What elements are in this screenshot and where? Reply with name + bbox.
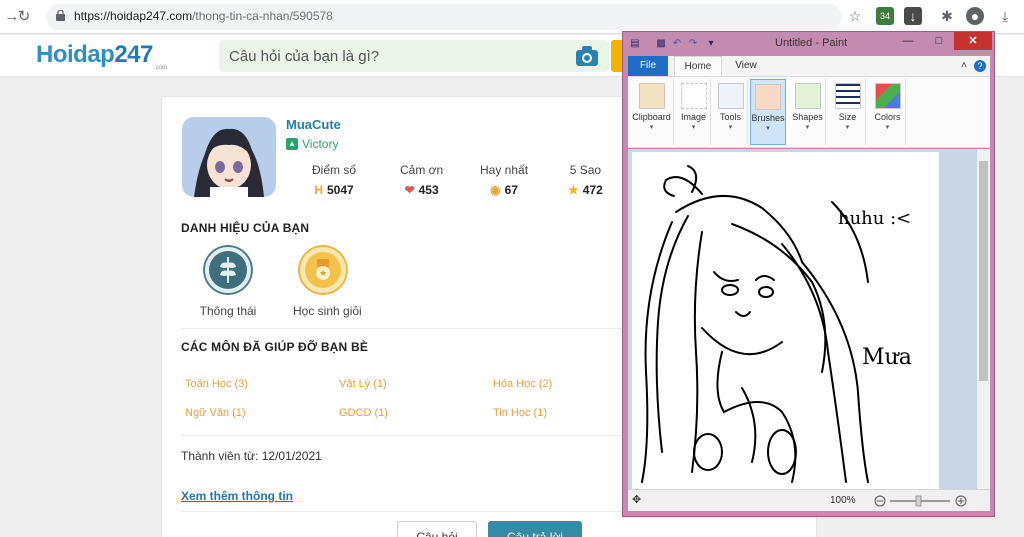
paint-status-bar: ✥ 100%	[628, 489, 990, 511]
file-menu-button[interactable]: File	[628, 56, 668, 76]
profile-avatar-icon[interactable]: ●	[966, 7, 984, 25]
close-icon[interactable]: ✕	[954, 32, 992, 50]
shapes-icon	[794, 83, 821, 109]
browser-toolbar: → ↻ https://hoidap247.com/thong-tin-ca-n…	[0, 0, 1024, 34]
stat-points: Điểm số H 5047	[312, 163, 357, 197]
ribbon-collapse-icon[interactable]: ˄	[958, 56, 970, 76]
line-size-icon	[834, 83, 861, 109]
help-icon[interactable]: ?	[974, 60, 986, 72]
chevron-down-icon[interactable]: ▾	[705, 38, 717, 50]
username[interactable]: MuaCute	[286, 117, 341, 132]
questions-tab-button[interactable]: Câu hỏi	[397, 521, 477, 537]
group-image[interactable]: Image ▾	[677, 79, 711, 145]
subject-ngu-van[interactable]: Ngữ Văn (1)	[185, 407, 246, 419]
zoom-slider[interactable]	[874, 495, 968, 507]
paint-title: Untitled - Paint	[775, 37, 848, 49]
heart-icon: ❤	[404, 183, 415, 197]
vertical-scrollbar[interactable]	[977, 149, 990, 489]
address-bar[interactable]: https://hoidap247.com/thong-tin-ca-nhan/…	[46, 4, 842, 30]
subject-vat-ly[interactable]: Vật Lý (1)	[339, 378, 387, 390]
tab-view[interactable]: View	[726, 56, 766, 76]
redo-icon[interactable]: ↷	[687, 38, 699, 50]
group-clipboard[interactable]: Clipboard ▾	[630, 79, 674, 145]
drawing-text-mua: Mưa	[862, 345, 912, 370]
save-icon[interactable]: ▩	[655, 38, 667, 50]
url-text: https://hoidap247.com/thong-tin-ca-nhan/…	[74, 9, 333, 23]
puzzle-extensions-icon[interactable]: ✱	[938, 7, 956, 25]
rank-badge-icon: ▲	[286, 138, 298, 150]
user-avatar[interactable]	[182, 117, 276, 197]
badge-thong-thai[interactable]: Thông thái	[198, 245, 258, 318]
star-icon: ★	[568, 183, 579, 197]
group-tools[interactable]: Tools ▾	[714, 79, 748, 145]
paint-window: ▤ ▩ ↶ ↷ ▾ Untitled - Paint — □ ✕ File Ho…	[622, 31, 995, 517]
brush-icon	[755, 84, 781, 110]
subject-hoa-hoc[interactable]: Hóa Học (2)	[493, 378, 552, 390]
rank-label: ▲ Victory	[286, 137, 338, 151]
site-logo[interactable]: Hoidap247	[36, 41, 153, 69]
move-cursor-icon: ✥	[632, 494, 642, 506]
titles-heading: DANH HIỆU CỦA BẠN	[181, 221, 310, 235]
download-extension-icon[interactable]: ↓	[904, 7, 922, 25]
paint-ribbon: Clipboard ▾ Image ▾ Tools ▾ Brushes ▾ Sh…	[628, 76, 990, 148]
extension-badge-icon[interactable]: 34	[876, 7, 894, 25]
wheat-icon	[203, 245, 253, 295]
camera-icon[interactable]	[575, 45, 599, 67]
gold-medal-icon: ★	[298, 245, 348, 295]
more-info-link[interactable]: Xem thêm thông tin	[181, 489, 293, 503]
lock-icon	[56, 10, 65, 21]
select-image-icon	[680, 83, 707, 109]
scrollbar-thumb[interactable]	[979, 161, 988, 381]
drawing-canvas[interactable]: huhu :< Mưa	[632, 152, 939, 489]
group-shapes[interactable]: Shapes ▾	[790, 79, 826, 145]
medal-icon: ◉	[490, 183, 501, 197]
paint-app-icon[interactable]: ▤	[629, 38, 641, 50]
subject-toan-hoc[interactable]: Toán Học (3)	[185, 378, 248, 390]
group-colors[interactable]: Colors ▾	[870, 79, 906, 145]
stat-five-stars: 5 Sao ★ 472	[568, 163, 603, 197]
logo-domain: .com	[154, 65, 168, 71]
svg-text:★: ★	[319, 269, 327, 279]
undo-icon[interactable]: ↶	[671, 38, 683, 50]
zoom-level: 100%	[830, 495, 856, 506]
subject-tin-hoc[interactable]: Tin Học (1)	[493, 407, 547, 419]
minimize-icon[interactable]: —	[893, 32, 923, 50]
drawing-text-huhu: huhu :<	[838, 208, 911, 229]
stat-best: Hay nhất ◉ 67	[480, 163, 529, 197]
maximize-icon[interactable]: □	[924, 32, 954, 50]
paint-canvas-area: huhu :< Mưa	[628, 149, 977, 489]
paint-menu-bar: File Home View ˄ ?	[628, 56, 990, 76]
download-icon[interactable]: ⤓	[996, 7, 1014, 25]
answers-tab-button[interactable]: Câu trả lời	[488, 521, 582, 537]
search-bar[interactable]: Câu hỏi của bạn là gì?	[219, 40, 609, 72]
bookmark-star-icon[interactable]: ☆	[846, 7, 864, 25]
color-palette-icon	[874, 83, 901, 109]
search-input[interactable]: Câu hỏi của bạn là gì?	[229, 48, 379, 65]
reload-icon[interactable]: ↻	[14, 7, 34, 27]
stat-thanks: Cảm ơn ❤ 453	[400, 163, 444, 197]
paint-titlebar[interactable]: ▤ ▩ ↶ ↷ ▾ Untitled - Paint — □ ✕	[623, 32, 994, 56]
badge-hoc-sinh-gioi[interactable]: ★ Học sinh giỏi	[293, 245, 362, 318]
group-brushes[interactable]: Brushes ▾	[750, 79, 786, 145]
tab-home[interactable]: Home	[674, 56, 722, 76]
subjects-heading: CÁC MÔN ĐÃ GIÚP ĐỠ BẠN BÈ	[181, 340, 369, 354]
h-coin-icon: H	[314, 183, 323, 197]
clipboard-icon	[638, 83, 665, 109]
pencil-icon	[717, 83, 744, 109]
member-since: Thành viên từ: 12/01/2021	[181, 449, 322, 463]
subject-gdcd[interactable]: GDCD (1)	[339, 407, 388, 419]
group-size[interactable]: Size ▾	[830, 79, 866, 145]
